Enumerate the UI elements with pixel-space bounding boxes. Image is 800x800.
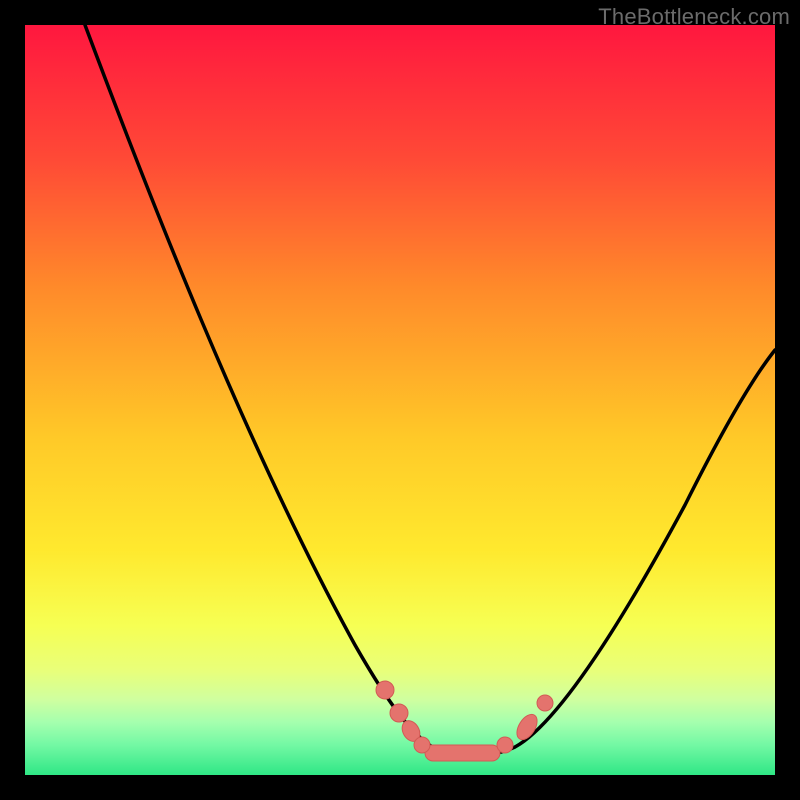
chart-svg xyxy=(25,25,775,775)
node-dot xyxy=(376,681,394,699)
watermark-text: TheBottleneck.com xyxy=(598,4,790,30)
node-dot xyxy=(537,695,553,711)
node-dot xyxy=(390,704,408,722)
chart-frame xyxy=(25,25,775,775)
node-dot xyxy=(497,737,513,753)
node-bottom-bar xyxy=(425,745,500,761)
gradient-background xyxy=(25,25,775,775)
node-dot xyxy=(414,737,430,753)
